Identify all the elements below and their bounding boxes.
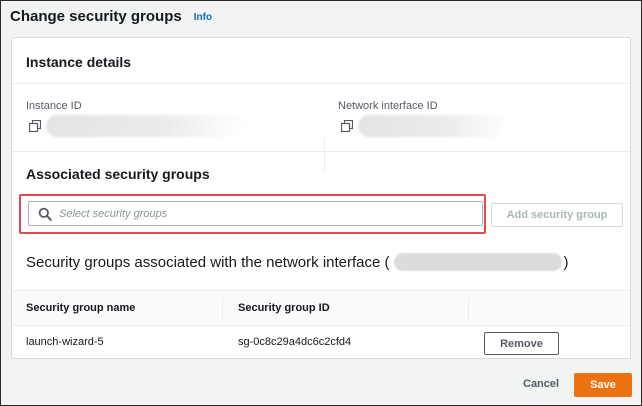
column-divider [222, 297, 223, 321]
column-divider [468, 297, 469, 321]
cancel-button[interactable]: Cancel [523, 378, 559, 390]
remove-button[interactable]: Remove [484, 332, 559, 355]
associated-network-interface-close: ) [563, 253, 569, 271]
associated-network-interface-text: Security groups associated with the netw… [26, 253, 390, 271]
search-placeholder: Select security groups [59, 207, 168, 220]
security-group-name-cell: launch-wizard-5 [26, 336, 104, 348]
info-link[interactable]: Info [194, 12, 212, 23]
security-group-search-input[interactable]: Select security groups [28, 201, 483, 226]
network-interface-id-label: Network interface ID [338, 100, 438, 112]
column-header-security-group-name: Security group name [26, 302, 136, 314]
add-security-group-button[interactable]: Add security group [491, 203, 623, 227]
page-header: Change security groups Info [10, 5, 212, 27]
instance-details-heading: Instance details [26, 54, 132, 70]
redacted-instance-id [46, 115, 246, 137]
associated-network-interface-line: Security groups associated with the netw… [26, 253, 569, 271]
security-group-id-cell: sg-0c8c29a4dc6c2cfd4 [238, 336, 352, 348]
search-highlight: Select security groups [19, 194, 486, 234]
redacted-network-interface [393, 253, 562, 271]
copy-icon[interactable] [29, 120, 41, 132]
divider [12, 83, 630, 84]
column-header-security-group-id: Security group ID [238, 302, 330, 314]
instance-id-label: Instance ID [26, 100, 82, 112]
column-divider [324, 138, 325, 172]
page-title: Change security groups [10, 7, 182, 25]
associated-groups-heading: Associated security groups [26, 166, 210, 182]
save-button[interactable]: Save [574, 373, 632, 397]
security-groups-panel: Instance details Instance ID Network int… [11, 37, 631, 359]
search-icon [38, 207, 52, 221]
copy-icon[interactable] [341, 120, 353, 132]
divider [12, 151, 630, 152]
redacted-network-interface-id [358, 115, 508, 137]
table-header: Security group name Security group ID [12, 290, 630, 326]
